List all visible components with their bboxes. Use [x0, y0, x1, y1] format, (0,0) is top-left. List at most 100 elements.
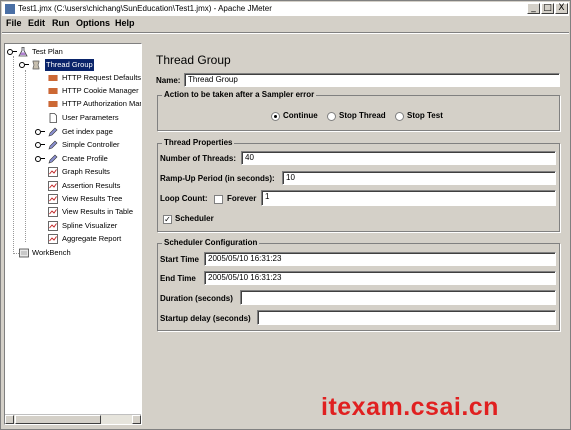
tree-horizontal-scrollbar[interactable] [5, 414, 141, 424]
config-element-icon [48, 101, 58, 107]
listener-icon [48, 194, 58, 204]
stop-thread-radio[interactable] [327, 112, 336, 121]
page-title: Thread Group [156, 53, 231, 67]
forever-label: Forever [227, 194, 257, 203]
menu-file[interactable]: File [6, 18, 22, 28]
tree-node-thread-group[interactable]: Thread Group [5, 59, 141, 71]
tree-node-label: Assertion Results [62, 181, 121, 190]
menu-options[interactable]: Options [76, 18, 110, 28]
tree-node-user-parameters[interactable]: User Parameters [5, 112, 141, 124]
test-plan-tree[interactable]: Test Plan Thread Group HTTP Request Defa… [4, 43, 142, 425]
close-button[interactable]: X [555, 3, 568, 14]
tree-node-label: WorkBench [32, 248, 71, 257]
thread-properties-group: Thread Properties Number of Threads: 40 … [157, 138, 560, 232]
menu-run[interactable]: Run [52, 18, 70, 28]
scroll-thumb[interactable] [15, 415, 101, 424]
duration-field[interactable] [240, 290, 556, 305]
tree-node-label: Spline Visualizer [62, 221, 118, 230]
tree-node-label: Aggregate Report [62, 234, 122, 243]
tree-node-label: HTTP Request Defaults [62, 73, 142, 82]
number-of-threads-field[interactable]: 40 [241, 151, 556, 165]
window-title: Test1.jmx (C:\users\chichang\SunEducatio… [18, 4, 272, 13]
forever-checkbox[interactable] [214, 195, 223, 204]
jmeter-window: Test1.jmx (C:\users\chichang\SunEducatio… [0, 0, 571, 430]
scroll-right-button[interactable] [132, 415, 141, 424]
scheduler-configuration-title: Scheduler Configuration [162, 238, 260, 247]
tree-node-test-plan[interactable]: Test Plan [5, 46, 141, 58]
start-time-field[interactable]: 2005/05/10 16:31:23 [204, 252, 556, 266]
rampup-label: Ramp-Up Period (in seconds): [160, 174, 275, 183]
expand-toggle-icon[interactable] [35, 156, 45, 162]
scheduler-checkbox[interactable]: ✓ [163, 215, 172, 224]
expand-toggle-icon[interactable] [35, 129, 45, 135]
tree-node-simple-controller[interactable]: Simple Controller [5, 139, 141, 151]
scheduler-label: Scheduler [175, 214, 214, 223]
expand-toggle-icon[interactable] [7, 49, 17, 55]
tree-node-graph-results[interactable]: Graph Results [5, 166, 141, 178]
tree-node-http-authorization-manager[interactable]: HTTP Authorization Mar [5, 98, 141, 110]
listener-icon [48, 181, 58, 191]
maximize-button[interactable]: □ [541, 3, 554, 14]
tree-node-assertion-results[interactable]: Assertion Results [5, 180, 141, 192]
name-field[interactable]: Thread Group [184, 73, 560, 87]
name-label: Name: [156, 76, 181, 85]
tree-node-label: View Results in Table [62, 207, 134, 216]
tree-node-get-index-page[interactable]: Get index page [5, 126, 141, 138]
menu-edit[interactable]: Edit [28, 18, 45, 28]
app-icon [5, 4, 15, 14]
end-time-field[interactable]: 2005/05/10 16:31:23 [204, 271, 556, 285]
tree-node-label: HTTP Cookie Manager [62, 86, 139, 95]
loop-count-label: Loop Count: [160, 194, 208, 203]
tree-node-aggregate-report[interactable]: Aggregate Report [5, 233, 141, 245]
workbench-icon [19, 248, 29, 258]
end-time-label: End Time [160, 274, 196, 283]
flask-icon [18, 47, 28, 57]
thread-properties-title: Thread Properties [162, 138, 235, 147]
menu-help[interactable]: Help [115, 18, 135, 28]
tree-node-spline-visualizer[interactable]: Spline Visualizer [5, 220, 141, 232]
config-element-icon [48, 88, 58, 94]
threads-label: Number of Threads: [160, 154, 237, 163]
listener-icon [48, 167, 58, 177]
tree-node-label: View Results Tree [62, 194, 123, 203]
tree-node-label: Get index page [62, 127, 113, 136]
tree-node-label: Thread Group [45, 59, 94, 71]
title-bar: Test1.jmx (C:\users\chichang\SunEducatio… [2, 2, 569, 17]
scroll-left-button[interactable] [5, 415, 14, 424]
tree-node-label: Graph Results [62, 167, 110, 176]
tree-node-label: HTTP Authorization Mar [62, 99, 142, 108]
ramp-up-period-field[interactable]: 10 [282, 171, 556, 185]
tree-node-view-results-tree[interactable]: View Results Tree [5, 193, 141, 205]
continue-label: Continue [283, 111, 318, 120]
config-element-icon [48, 75, 58, 81]
watermark-text: itexam.csai.cn [321, 393, 499, 421]
tree-node-label: User Parameters [62, 113, 119, 122]
tree-node-http-request-defaults[interactable]: HTTP Request Defaults [5, 72, 141, 84]
startup-delay-field[interactable] [257, 310, 556, 325]
listener-icon [48, 221, 58, 231]
tree-node-view-results-in-table[interactable]: View Results in Table [5, 206, 141, 218]
tree-node-http-cookie-manager[interactable]: HTTP Cookie Manager [5, 85, 141, 97]
document-icon [49, 113, 57, 123]
listener-icon [48, 207, 58, 217]
continue-radio[interactable] [271, 112, 280, 121]
sampler-pencil-icon [48, 127, 58, 137]
menu-bar: File Edit Run Options Help [2, 17, 569, 31]
stop-test-label: Stop Test [407, 111, 443, 120]
split-pane-divider[interactable] [143, 43, 148, 425]
loop-count-field[interactable]: 1 [261, 190, 556, 206]
sampler-error-group: Action to be taken after a Sampler error… [157, 90, 560, 131]
thread-group-icon [32, 60, 40, 70]
tree-node-workbench[interactable]: WorkBench [5, 247, 141, 259]
duration-label: Duration (seconds) [160, 294, 233, 303]
minimize-button[interactable]: _ [527, 3, 540, 14]
expand-toggle-icon[interactable] [35, 142, 45, 148]
listener-icon [48, 234, 58, 244]
controller-pencil-icon [48, 140, 58, 150]
tree-node-create-profile[interactable]: Create Profile [5, 153, 141, 165]
menu-separator [2, 32, 569, 34]
expand-toggle-icon[interactable] [19, 62, 29, 68]
scheduler-configuration-group: Scheduler Configuration Start Time 2005/… [157, 238, 560, 331]
stop-test-radio[interactable] [395, 112, 404, 121]
start-time-label: Start Time [160, 255, 199, 264]
